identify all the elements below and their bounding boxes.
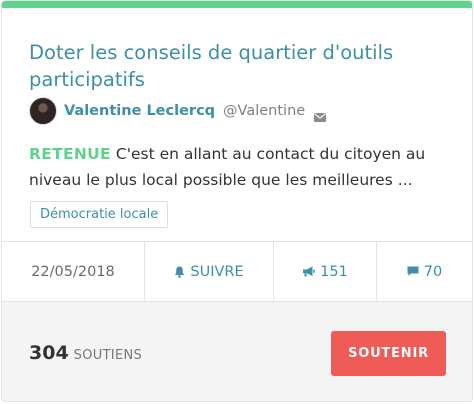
- author-handle: @Valentine: [223, 103, 306, 119]
- support-footer: 304 SOUTIENS SOUTENIR: [2, 301, 472, 401]
- speech-bubble-icon: [407, 266, 419, 276]
- stats-bar: 22/05/2018 SUIVRE 151 70: [2, 241, 472, 301]
- supports-count: 304: [29, 342, 69, 364]
- status-badge: RETENUE: [29, 145, 111, 163]
- megaphone-icon: [303, 266, 315, 277]
- theme-tag[interactable]: Démocratie locale: [30, 201, 169, 228]
- author-name[interactable]: Valentine Leclercq: [64, 103, 215, 119]
- comments-count[interactable]: 70: [377, 242, 472, 301]
- follow-button[interactable]: SUIVRE: [145, 242, 274, 301]
- votes-value: 151: [320, 263, 348, 280]
- proposal-title[interactable]: Doter les conseils de quartier d'outils …: [29, 39, 449, 93]
- bell-icon: [174, 266, 185, 278]
- supports-counter: 304 SOUTIENS: [29, 342, 142, 364]
- avatar[interactable]: [29, 97, 57, 125]
- follow-label: SUIVRE: [190, 263, 244, 280]
- support-button[interactable]: SOUTENIR: [331, 331, 446, 376]
- status-color-bar: [2, 1, 472, 8]
- votes-count[interactable]: 151: [274, 242, 377, 301]
- proposal-card: Doter les conseils de quartier d'outils …: [1, 0, 473, 402]
- date-value: 22/05/2018: [31, 263, 115, 280]
- proposal-summary: RETENUE C'est en allant au contact du ci…: [29, 141, 449, 193]
- publication-date: 22/05/2018: [2, 242, 145, 301]
- comments-value: 70: [423, 263, 443, 280]
- supports-label: SOUTIENS: [73, 348, 143, 363]
- envelope-icon[interactable]: [314, 107, 327, 122]
- author-row: Valentine Leclercq @Valentine: [29, 96, 327, 126]
